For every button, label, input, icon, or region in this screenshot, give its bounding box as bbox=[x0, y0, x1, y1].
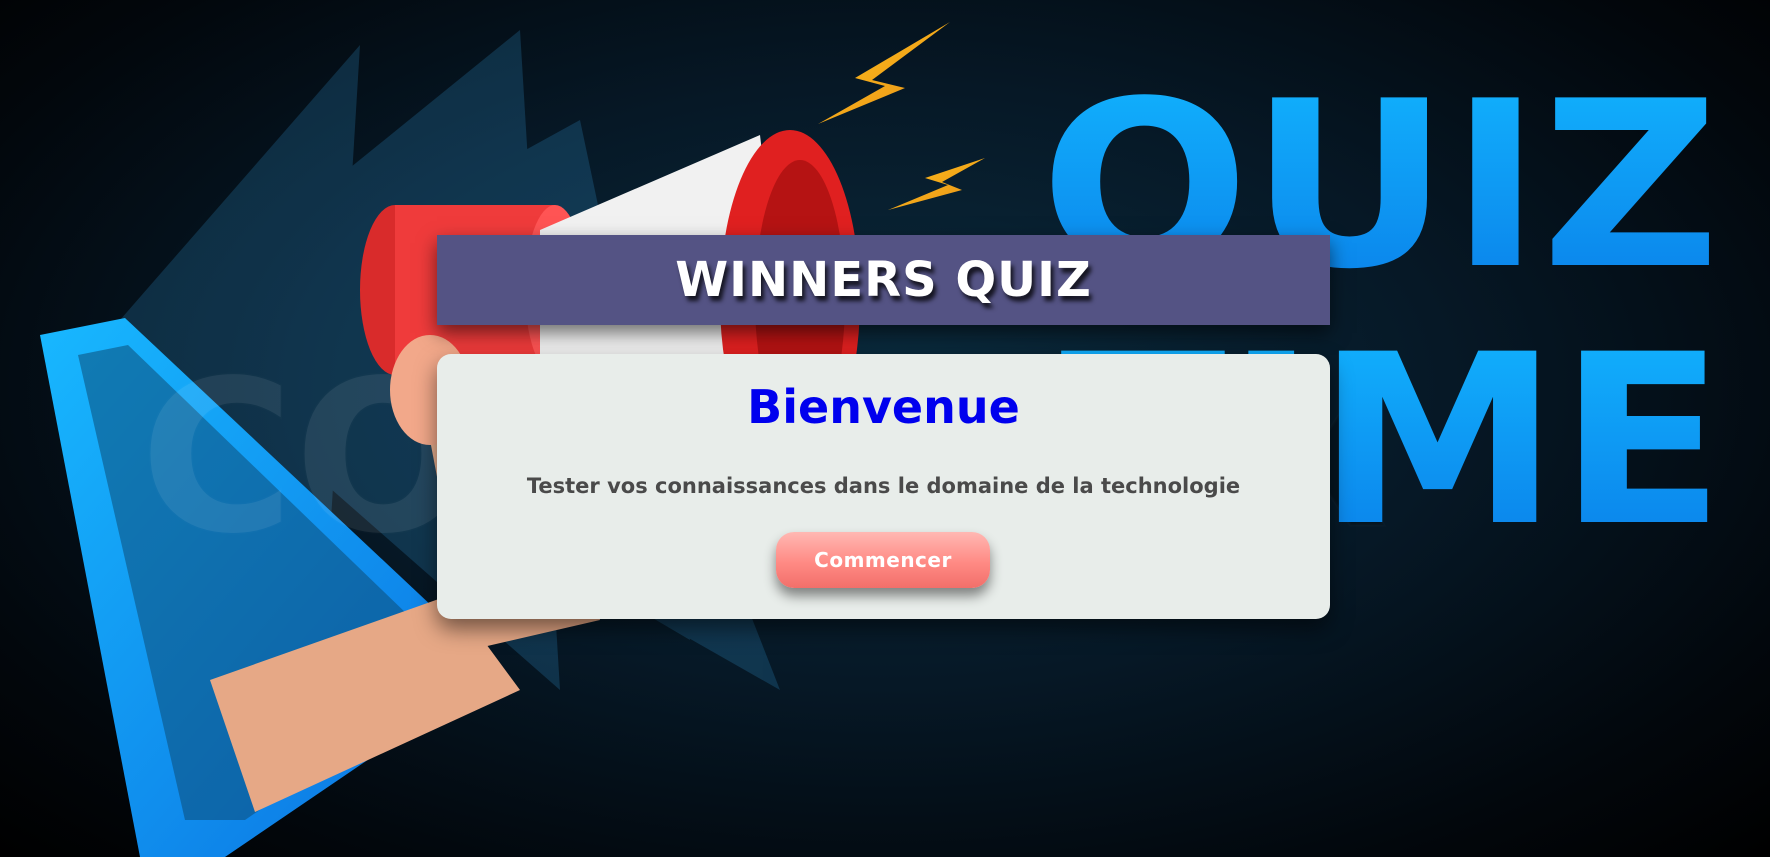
lightning-bolt-icon bbox=[818, 22, 985, 210]
app-title: WINNERS QUIZ bbox=[675, 252, 1092, 308]
start-button[interactable]: Commencer bbox=[776, 532, 990, 588]
welcome-card: Bienvenue Tester vos connaissances dans … bbox=[437, 354, 1330, 619]
welcome-subtitle: Tester vos connaissances dans le domaine… bbox=[526, 474, 1241, 498]
welcome-heading: Bienvenue bbox=[747, 380, 1020, 434]
title-banner: WINNERS QUIZ bbox=[437, 235, 1330, 325]
